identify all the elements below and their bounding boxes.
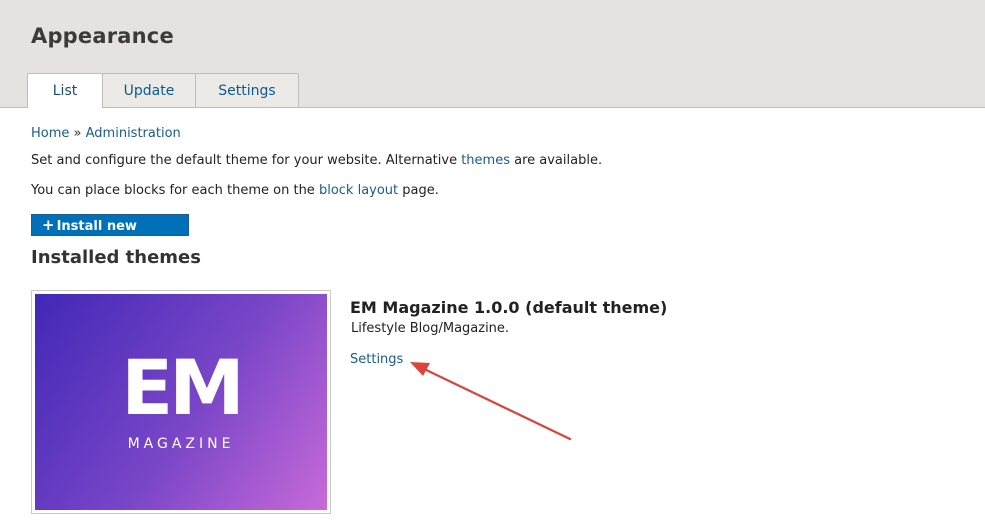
- theme-screenshot-image: EM MAGAZINE: [35, 294, 327, 510]
- theme-settings-link[interactable]: Settings: [350, 352, 403, 367]
- breadcrumb-home-link[interactable]: Home: [31, 126, 69, 141]
- intro-text-part: are available.: [509, 153, 603, 168]
- plus-icon: +: [42, 216, 55, 234]
- block-layout-text-part: page.: [398, 183, 439, 198]
- tab-list[interactable]: List: [27, 73, 103, 108]
- block-layout-text-part: You can place blocks for each theme on t…: [31, 183, 319, 198]
- tab-update[interactable]: Update: [102, 73, 196, 107]
- breadcrumb-administration-link[interactable]: Administration: [86, 126, 181, 141]
- intro-text-part: Set and configure the default theme for …: [31, 153, 462, 168]
- theme-logo-magazine: MAGAZINE: [127, 436, 235, 452]
- block-layout-text: You can place blocks for each theme on t…: [31, 183, 439, 198]
- theme-logo-em: EM: [121, 343, 245, 432]
- page-title: Appearance: [31, 24, 174, 48]
- installed-themes-heading: Installed themes: [31, 247, 201, 268]
- breadcrumb: Home » Administration: [31, 126, 181, 141]
- install-new-theme-button[interactable]: + Install new theme: [31, 214, 189, 254]
- tab-settings[interactable]: Settings: [195, 73, 299, 107]
- annotation-arrow-icon: [410, 362, 572, 441]
- block-layout-link[interactable]: block layout: [319, 183, 398, 198]
- annotation-arrow-line: [418, 365, 572, 441]
- theme-name: EM Magazine 1.0.0 (default theme): [350, 298, 668, 317]
- intro-text: Set and configure the default theme for …: [31, 153, 602, 168]
- breadcrumb-separator: »: [73, 126, 82, 141]
- theme-description: Lifestyle Blog/Magazine.: [351, 321, 510, 336]
- annotation-arrow-head: [410, 362, 430, 376]
- page-header: Appearance List Update Settings: [0, 0, 985, 108]
- theme-screenshot: EM MAGAZINE: [31, 290, 331, 514]
- themes-link[interactable]: themes: [461, 153, 510, 168]
